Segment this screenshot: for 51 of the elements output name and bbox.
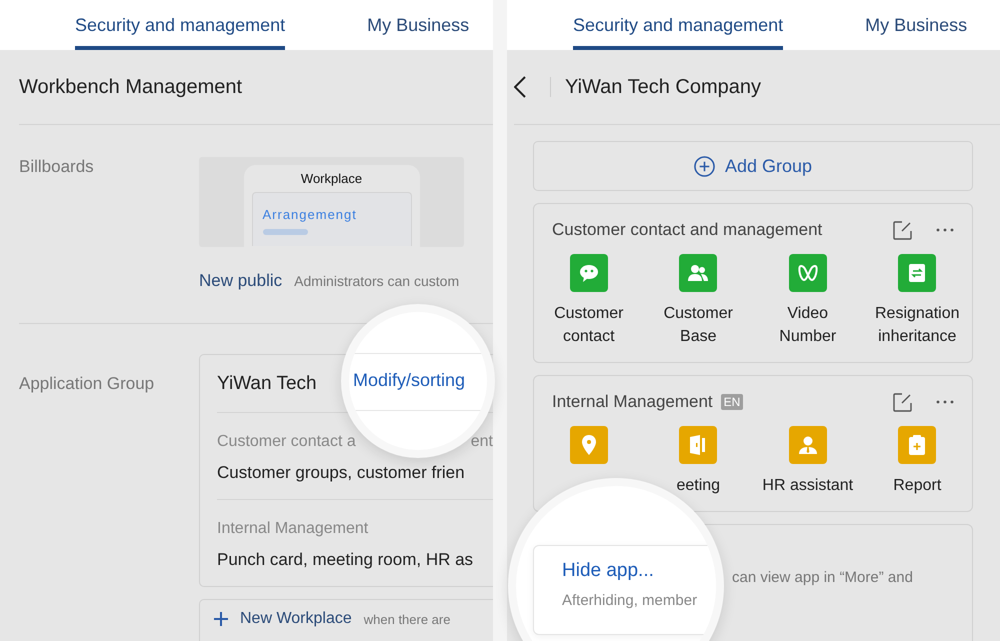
language-badge: EN: [720, 394, 744, 410]
hint-text: Administrators can custom: [294, 273, 460, 289]
section-label: Application Group: [19, 373, 156, 395]
app-tile[interactable]: [679, 426, 718, 464]
hint-text: when there are: [364, 612, 450, 626]
preview-card-text: Arrangemengt: [262, 207, 358, 222]
group-apps: Customer groups, customer frien: [217, 463, 466, 483]
hide-app-link[interactable]: Hide app...: [562, 560, 654, 582]
more-icon[interactable]: [936, 228, 954, 232]
hint-text: can view app in “More” and: [732, 569, 914, 586]
group-title: Internal Management: [552, 392, 713, 412]
tab[interactable]: My Business: [367, 0, 470, 50]
app-label: eeting: [675, 476, 722, 496]
app-tile[interactable]: [570, 254, 608, 292]
app-label: Customer Base: [662, 304, 734, 347]
app-label: Customer contact: [553, 304, 624, 347]
edit-icon[interactable]: [893, 220, 912, 240]
plus-circle-icon: [694, 156, 715, 176]
new-public-link[interactable]: New public: [199, 271, 282, 291]
modify-sorting-link[interactable]: Modify/sorting: [353, 370, 466, 391]
app-label: Report: [892, 476, 942, 496]
app-tile[interactable]: [788, 426, 827, 464]
group-label: ent: [470, 433, 493, 451]
more-icon[interactable]: [936, 400, 954, 404]
group-label: Internal Management: [217, 520, 368, 538]
tab[interactable]: Security and management: [75, 0, 286, 50]
tab[interactable]: My Business: [865, 0, 968, 50]
plus-icon: [214, 612, 228, 626]
app-tile[interactable]: [679, 254, 718, 292]
app-tile[interactable]: [898, 254, 936, 292]
hint-text: Afterhiding, member: [562, 592, 698, 609]
card-name: YiWan Tech: [217, 372, 317, 394]
page-title: YiWan Tech Company: [565, 76, 762, 98]
group-apps: Punch card, meeting room, HR as: [217, 550, 474, 570]
preview-title: Workplace: [300, 171, 362, 186]
tab[interactable]: Security and management: [573, 0, 784, 50]
group-label: Customer contact a: [217, 433, 356, 451]
group-title: Customer contact and management: [552, 220, 822, 240]
app-label: Video Number: [778, 304, 838, 347]
app-label: Resignation inheritance: [874, 304, 960, 347]
new-workplace-link[interactable]: New Workplace: [240, 610, 352, 628]
app-tile[interactable]: [570, 426, 608, 464]
app-label: HR assistant: [761, 476, 854, 496]
preview-bar: [262, 229, 308, 235]
app-tile[interactable]: [898, 426, 936, 464]
page-title: Workbench Management: [19, 76, 242, 98]
app-tile[interactable]: [788, 254, 827, 292]
section-label: Billboards: [19, 157, 95, 178]
add-group-button[interactable]: Add Group: [533, 141, 973, 191]
back-icon[interactable]: [514, 76, 526, 98]
edit-icon[interactable]: [893, 392, 912, 412]
